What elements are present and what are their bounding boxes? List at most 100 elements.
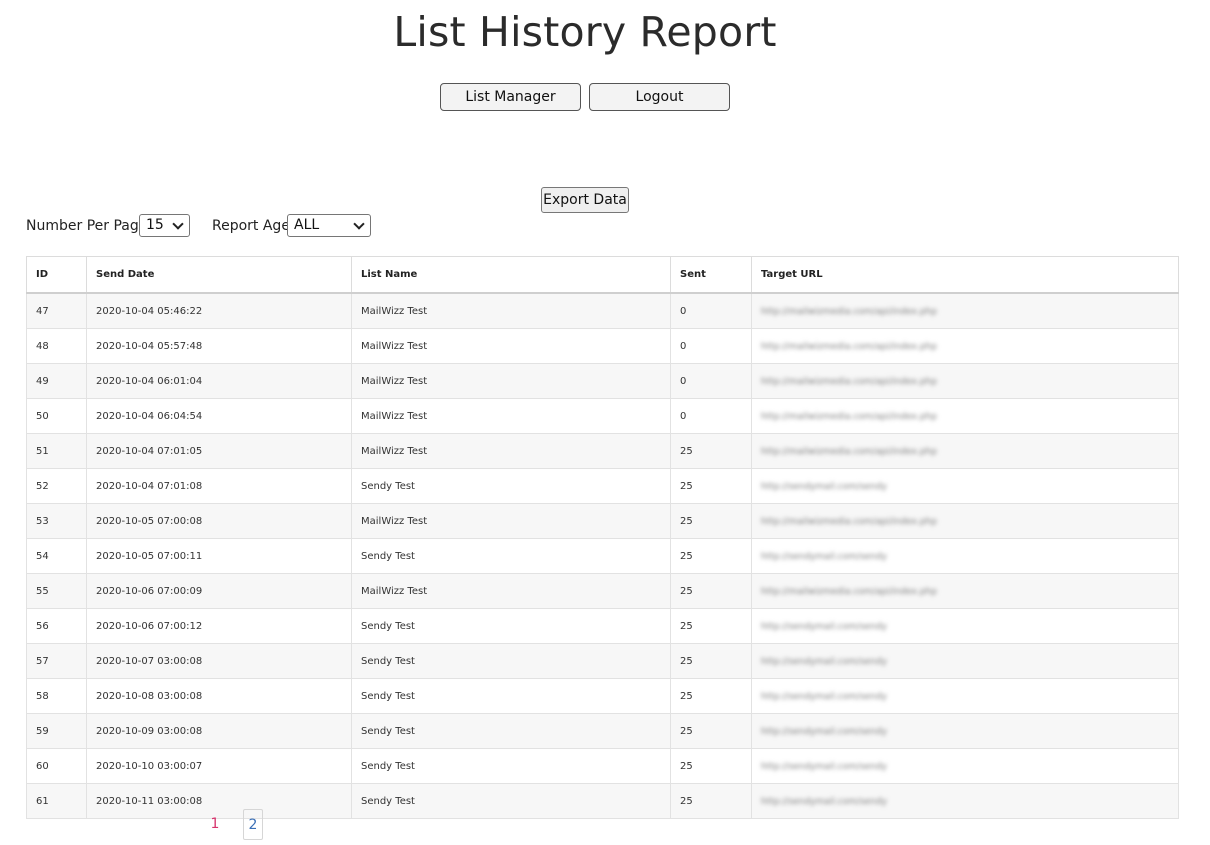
list-name-cell: Sendy Test — [351, 678, 671, 714]
sent-cell: 25 — [670, 433, 752, 469]
id-cell: 56 — [26, 608, 87, 644]
sent-cell: 25 — [670, 573, 752, 609]
id-cell: 54 — [26, 538, 87, 574]
send-date-cell: 2020-10-04 05:57:48 — [86, 328, 352, 364]
sent-cell: 25 — [670, 538, 752, 574]
table-row: 49 2020-10-04 06:01:04 MailWizz Test 0 http:… — [26, 363, 1179, 399]
table-row: 47 2020-10-04 05:46:22 MailWizz Test 0 http:… — [26, 292, 1179, 329]
chevron-down-icon — [172, 218, 184, 230]
list-name-cell: Sendy Test — [351, 748, 671, 784]
target-url-text[interactable]: http://mailwizmedia.com/api/index.php — [761, 447, 937, 457]
target-url-cell: http://mailwizmedia.com/api/index.php — [751, 363, 1179, 399]
target-url-cell: http://mailwizmedia.com/api/index.php — [751, 292, 1179, 329]
id-cell: 51 — [26, 433, 87, 469]
target-url-text[interactable]: http://sendymail.com/sendy — [761, 692, 887, 702]
list-name-cell: MailWizz Test — [351, 433, 671, 469]
target-url-text[interactable]: http://mailwizmedia.com/api/index.php — [761, 587, 937, 597]
id-cell: 49 — [26, 363, 87, 399]
id-cell: 52 — [26, 468, 87, 504]
id-cell: 55 — [26, 573, 87, 609]
id-cell: 59 — [26, 713, 87, 749]
table-row: 48 2020-10-04 05:57:48 MailWizz Test 0 http:… — [26, 328, 1179, 364]
send-date-cell: 2020-10-04 07:01:08 — [86, 468, 352, 504]
page-link-1[interactable]: 1 — [205, 809, 225, 840]
column-header-send-date[interactable]: Send Date — [86, 256, 352, 294]
report-age-select[interactable]: ALL — [287, 214, 371, 237]
table-row: 60 2020-10-10 03:00:07 Sendy Test 25 http://… — [26, 748, 1179, 784]
target-url-text[interactable]: http://mailwizmedia.com/api/index.php — [761, 517, 937, 527]
column-header-id[interactable]: ID — [26, 256, 87, 294]
target-url-text[interactable]: http://sendymail.com/sendy — [761, 797, 887, 807]
sent-cell: 25 — [670, 503, 752, 539]
per-page-select[interactable]: 15 — [139, 214, 190, 237]
send-date-cell: 2020-10-05 07:00:11 — [86, 538, 352, 574]
target-url-cell: http://sendymail.com/sendy — [751, 748, 1179, 784]
table-row: 50 2020-10-04 06:04:54 MailWizz Test 0 http:… — [26, 398, 1179, 434]
table-row: 61 2020-10-11 03:00:08 Sendy Test 25 http://… — [26, 783, 1179, 819]
id-cell: 61 — [26, 783, 87, 819]
send-date-cell: 2020-10-10 03:00:07 — [86, 748, 352, 784]
send-date-cell: 2020-10-04 06:01:04 — [86, 363, 352, 399]
list-name-cell: Sendy Test — [351, 713, 671, 749]
sent-cell: 25 — [670, 783, 752, 819]
id-cell: 57 — [26, 643, 87, 679]
target-url-text[interactable]: http://mailwizmedia.com/api/index.php — [761, 307, 937, 317]
send-date-cell: 2020-10-06 07:00:12 — [86, 608, 352, 644]
list-name-cell: Sendy Test — [351, 468, 671, 504]
id-cell: 50 — [26, 398, 87, 434]
table-row: 56 2020-10-06 07:00:12 Sendy Test 25 http://… — [26, 608, 1179, 644]
target-url-cell: http://sendymail.com/sendy — [751, 538, 1179, 574]
report-age-value: ALL — [294, 217, 320, 233]
history-table: ID Send Date List Name Sent Target URL 4… — [26, 256, 1179, 819]
table-header-row: ID Send Date List Name Sent Target URL — [26, 256, 1179, 294]
list-name-cell: MailWizz Test — [351, 363, 671, 399]
target-url-text[interactable]: http://sendymail.com/sendy — [761, 762, 887, 772]
target-url-cell: http://sendymail.com/sendy — [751, 678, 1179, 714]
column-header-target-url[interactable]: Target URL — [751, 256, 1179, 294]
target-url-cell: http://sendymail.com/sendy — [751, 783, 1179, 819]
send-date-cell: 2020-10-08 03:00:08 — [86, 678, 352, 714]
target-url-text[interactable]: http://sendymail.com/sendy — [761, 727, 887, 737]
target-url-text[interactable]: http://mailwizmedia.com/api/index.php — [761, 412, 937, 422]
page-link-2-current[interactable]: 2 — [243, 809, 263, 840]
sent-cell: 0 — [670, 292, 752, 329]
sent-cell: 25 — [670, 608, 752, 644]
target-url-text[interactable]: http://sendymail.com/sendy — [761, 552, 887, 562]
send-date-cell: 2020-10-04 05:46:22 — [86, 292, 352, 329]
sent-cell: 25 — [670, 678, 752, 714]
target-url-text[interactable]: http://mailwizmedia.com/api/index.php — [761, 342, 937, 352]
logout-button[interactable]: Logout — [589, 83, 730, 111]
sent-cell: 25 — [670, 468, 752, 504]
target-url-cell: http://sendymail.com/sendy — [751, 608, 1179, 644]
target-url-cell: http://sendymail.com/sendy — [751, 643, 1179, 679]
page-title: List History Report — [393, 8, 777, 56]
list-name-cell: MailWizz Test — [351, 503, 671, 539]
target-url-text[interactable]: http://sendymail.com/sendy — [761, 482, 887, 492]
table-row: 51 2020-10-04 07:01:05 MailWizz Test 25 http… — [26, 433, 1179, 469]
list-name-cell: Sendy Test — [351, 783, 671, 819]
send-date-cell: 2020-10-06 07:00:09 — [86, 573, 352, 609]
send-date-cell: 2020-10-05 07:00:08 — [86, 503, 352, 539]
table-row: 52 2020-10-04 07:01:08 Sendy Test 25 http://… — [26, 468, 1179, 504]
table-row: 58 2020-10-08 03:00:08 Sendy Test 25 http://… — [26, 678, 1179, 714]
target-url-text[interactable]: http://mailwizmedia.com/api/index.php — [761, 377, 937, 387]
id-cell: 58 — [26, 678, 87, 714]
target-url-cell: http://mailwizmedia.com/api/index.php — [751, 328, 1179, 364]
target-url-cell: http://mailwizmedia.com/api/index.php — [751, 398, 1179, 434]
target-url-cell: http://sendymail.com/sendy — [751, 713, 1179, 749]
list-name-cell: MailWizz Test — [351, 398, 671, 434]
column-header-sent[interactable]: Sent — [670, 256, 752, 294]
id-cell: 53 — [26, 503, 87, 539]
target-url-text[interactable]: http://sendymail.com/sendy — [761, 622, 887, 632]
column-header-list-name[interactable]: List Name — [351, 256, 671, 294]
table-row: 54 2020-10-05 07:00:11 Sendy Test 25 http://… — [26, 538, 1179, 574]
list-name-cell: Sendy Test — [351, 643, 671, 679]
chevron-down-icon — [353, 218, 365, 230]
target-url-text[interactable]: http://sendymail.com/sendy — [761, 657, 887, 667]
table-row: 59 2020-10-09 03:00:08 Sendy Test 25 http://… — [26, 713, 1179, 749]
per-page-label: Number Per Page: — [26, 218, 153, 234]
export-data-button[interactable]: Export Data — [541, 187, 629, 213]
list-manager-button[interactable]: List Manager — [440, 83, 581, 111]
sent-cell: 25 — [670, 713, 752, 749]
list-name-cell: Sendy Test — [351, 608, 671, 644]
